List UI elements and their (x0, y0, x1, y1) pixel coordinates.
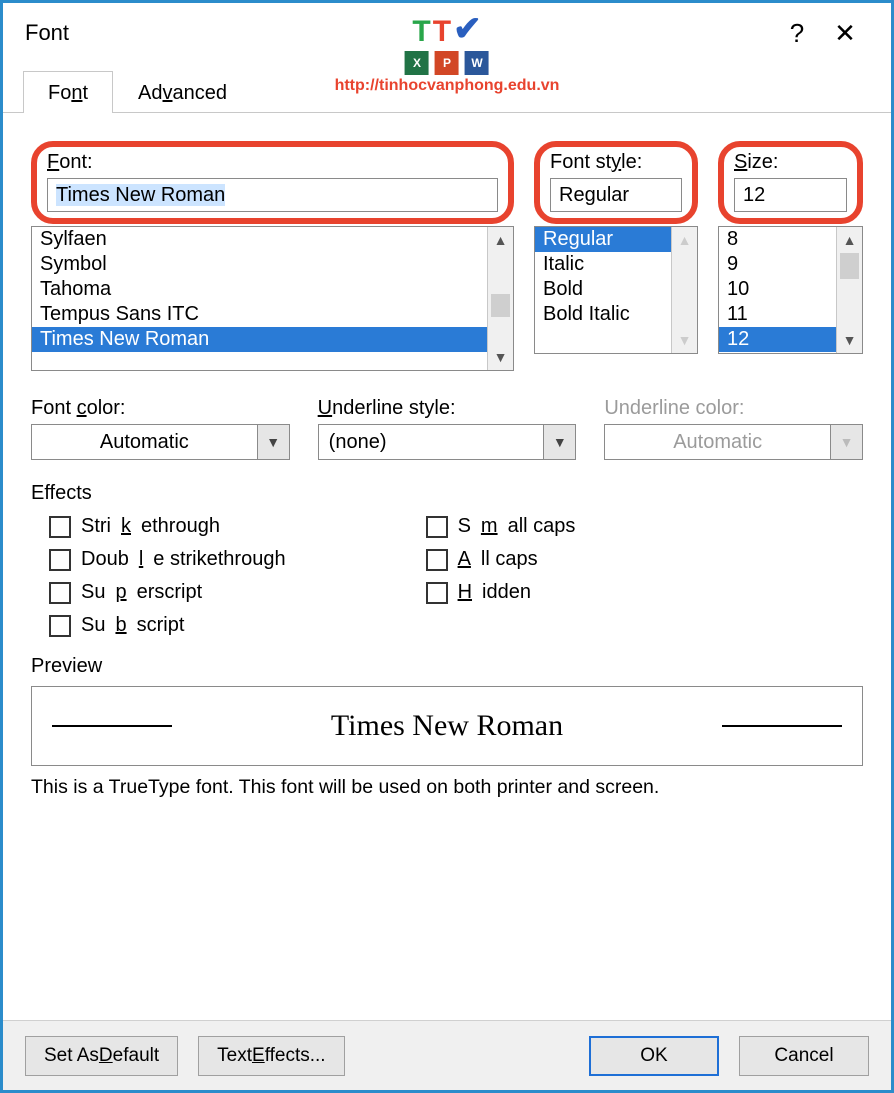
help-button[interactable]: ? (773, 18, 821, 49)
chevron-down-icon: ▼ (830, 425, 862, 459)
tab-advanced[interactable]: Advanced (113, 71, 252, 113)
size-list-item[interactable]: 12 (719, 327, 836, 352)
dialog-content: Font: Times New Roman Sylfaen Symbol Tah… (3, 113, 891, 1020)
checkbox-small-caps[interactable]: Small caps (426, 515, 576, 538)
font-color-combo[interactable]: Automatic ▼ (31, 424, 290, 460)
font-dialog: TT✔ XPW http://tinhocvanphong.edu.vn Fon… (0, 0, 894, 1093)
font-label: Font: (47, 151, 498, 174)
font-list-item[interactable]: Sylfaen (32, 227, 487, 252)
checkbox-superscript[interactable]: Superscript (49, 581, 286, 604)
font-input[interactable]: Times New Roman (47, 178, 498, 212)
checkbox-subscript[interactable]: Subscript (49, 614, 286, 637)
font-list-item[interactable]: Tempus Sans ITC (32, 302, 487, 327)
preview-text: Times New Roman (331, 709, 563, 743)
preview-box: Times New Roman (31, 686, 863, 766)
tab-font[interactable]: Font (23, 71, 113, 113)
chevron-down-icon[interactable]: ▼ (257, 425, 289, 459)
checkbox-hidden[interactable]: Hidden (426, 581, 576, 604)
style-list-item[interactable]: Italic (535, 252, 671, 277)
font-list-item[interactable]: Tahoma (32, 277, 487, 302)
text-effects-button[interactable]: Text Effects... (198, 1036, 344, 1076)
font-scrollbar[interactable]: ▲ ▼ (487, 227, 513, 370)
preview-line-left (52, 725, 172, 727)
effects-group: Strikethrough Double strikethrough Super… (31, 515, 863, 637)
close-button[interactable]: ✕ (821, 18, 869, 49)
style-list-item[interactable]: Bold (535, 277, 671, 302)
size-scrollbar[interactable]: ▲ ▼ (836, 227, 862, 353)
titlebar: Font ? ✕ (3, 3, 891, 63)
chevron-down-icon[interactable]: ▼ (543, 425, 575, 459)
font-color-label: Font color: (31, 397, 290, 420)
scroll-down-icon[interactable]: ▼ (843, 327, 857, 353)
scroll-down-icon[interactable]: ▼ (494, 344, 508, 370)
scroll-up-icon[interactable]: ▲ (843, 227, 857, 253)
font-list[interactable]: Sylfaen Symbol Tahoma Tempus Sans ITC Ti… (31, 226, 514, 371)
style-input[interactable]: Regular (550, 178, 682, 212)
underline-color-combo: Automatic ▼ (604, 424, 863, 460)
size-label: Size: (734, 151, 847, 174)
style-list[interactable]: Regular Italic Bold Bold Italic ▲ ▼ (534, 226, 698, 354)
size-list-item[interactable]: 11 (719, 302, 836, 327)
size-list-item[interactable]: 9 (719, 252, 836, 277)
style-list-item[interactable]: Regular (535, 227, 671, 252)
underline-style-combo[interactable]: (none) ▼ (318, 424, 577, 460)
scroll-up-icon[interactable]: ▲ (678, 227, 692, 253)
set-default-button[interactable]: Set As Default (25, 1036, 178, 1076)
ok-button[interactable]: OK (589, 1036, 719, 1076)
font-list-item[interactable]: Symbol (32, 252, 487, 277)
dialog-footer: Set As Default Text Effects... OK Cancel (3, 1020, 891, 1090)
font-list-item[interactable]: Times New Roman (32, 327, 487, 352)
preview-description: This is a TrueType font. This font will … (31, 776, 863, 799)
scroll-up-icon[interactable]: ▲ (494, 227, 508, 253)
size-list-item[interactable]: 8 (719, 227, 836, 252)
effects-label: Effects (31, 482, 863, 505)
font-highlight: Font: Times New Roman (31, 141, 514, 224)
cancel-button[interactable]: Cancel (739, 1036, 869, 1076)
checkbox-all-caps[interactable]: All caps (426, 548, 576, 571)
size-input[interactable]: 12 (734, 178, 847, 212)
style-label: Font style: (550, 151, 682, 174)
style-highlight: Font style: Regular (534, 141, 698, 224)
tabs: Font Advanced (3, 63, 891, 113)
preview-label: Preview (31, 655, 863, 678)
checkbox-strikethrough[interactable]: Strikethrough (49, 515, 286, 538)
underline-color-label: Underline color: (604, 397, 863, 420)
scroll-down-icon[interactable]: ▼ (678, 327, 692, 353)
style-scrollbar[interactable]: ▲ ▼ (671, 227, 697, 353)
size-list[interactable]: 8 9 10 11 12 ▲ ▼ (718, 226, 863, 354)
checkbox-double-strikethrough[interactable]: Double strikethrough (49, 548, 286, 571)
size-list-item[interactable]: 10 (719, 277, 836, 302)
preview-line-right (722, 725, 842, 727)
dialog-title: Font (25, 20, 69, 46)
style-list-item[interactable]: Bold Italic (535, 302, 671, 327)
underline-style-label: Underline style: (318, 397, 577, 420)
size-highlight: Size: 12 (718, 141, 863, 224)
